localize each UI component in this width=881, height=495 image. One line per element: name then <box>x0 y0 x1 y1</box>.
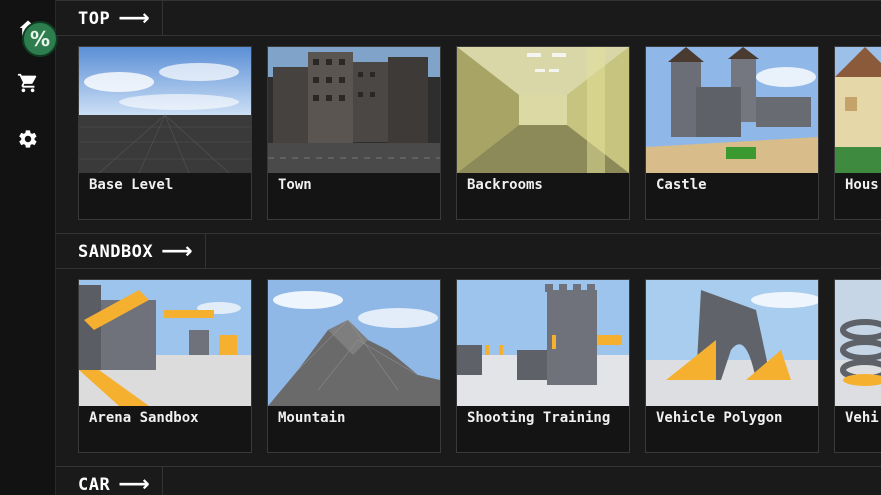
section-title: TOP <box>78 8 111 29</box>
thumbnail-vehicle-polygon <box>646 280 818 406</box>
sidebar: % <box>0 0 58 495</box>
thumbnail-shooting-training <box>457 280 629 406</box>
section-header: SANDBOX ⟶ <box>56 233 881 269</box>
map-label: Vehicle Polygon <box>656 410 783 426</box>
arrow-right-icon: ⟶ <box>118 5 151 31</box>
map-card[interactable]: Backrooms <box>456 46 630 220</box>
section-title: SANDBOX <box>78 241 154 262</box>
cart-icon <box>17 73 37 93</box>
section-title-button[interactable]: TOP ⟶ <box>56 1 164 36</box>
thumbnail-base-level <box>79 47 251 173</box>
map-label: Arena Sandbox <box>89 410 199 426</box>
map-label: Vehi <box>845 410 879 426</box>
thumbnail-castle <box>646 47 818 173</box>
map-label: Backrooms <box>467 177 543 193</box>
shop-button[interactable] <box>0 63 56 103</box>
map-label: Shooting Training <box>467 410 611 426</box>
thumbnail-backrooms <box>457 47 629 173</box>
map-card[interactable]: Base Level <box>78 46 252 220</box>
main-content: TOP ⟶ Base Level Town Backrooms Castle H… <box>56 0 881 495</box>
map-label: Base Level <box>89 177 174 193</box>
settings-button[interactable] <box>0 119 56 159</box>
thumbnail-arena-sandbox <box>79 280 251 406</box>
thumbnail-mountain <box>268 280 440 406</box>
thumbnail-spiral <box>835 280 881 406</box>
map-card[interactable]: Mountain <box>267 279 441 453</box>
section-top: TOP ⟶ Base Level Town Backrooms Castle H… <box>56 0 881 220</box>
map-label: Castle <box>656 177 707 193</box>
percent-badge-icon: % <box>29 27 51 51</box>
section-title-button[interactable]: CAR ⟶ <box>56 467 164 495</box>
map-label: Hous <box>845 177 879 193</box>
section-title: CAR <box>78 474 111 495</box>
map-card[interactable]: Castle <box>645 46 819 220</box>
map-card[interactable]: Shooting Training <box>456 279 630 453</box>
map-card[interactable]: Town <box>267 46 441 220</box>
map-label: Mountain <box>278 410 346 426</box>
map-label: Town <box>278 177 312 193</box>
section-sandbox: SANDBOX ⟶ Arena Sandbox Mountain Shootin… <box>56 233 881 453</box>
arrow-right-icon: ⟶ <box>161 238 194 264</box>
section-car: CAR ⟶ <box>56 466 881 495</box>
map-card[interactable]: Vehicle Polygon <box>645 279 819 453</box>
avatar[interactable]: % <box>22 21 58 57</box>
map-card[interactable]: Vehi <box>834 279 881 453</box>
map-card[interactable]: Hous <box>834 46 881 220</box>
map-card[interactable]: Arena Sandbox <box>78 279 252 453</box>
section-header: TOP ⟶ <box>56 0 881 36</box>
thumbnail-town <box>268 47 440 173</box>
section-header: CAR ⟶ <box>56 466 881 495</box>
gear-icon <box>19 130 37 148</box>
section-title-button[interactable]: SANDBOX ⟶ <box>56 234 207 269</box>
thumbnail-house <box>835 47 881 173</box>
arrow-right-icon: ⟶ <box>118 471 151 495</box>
